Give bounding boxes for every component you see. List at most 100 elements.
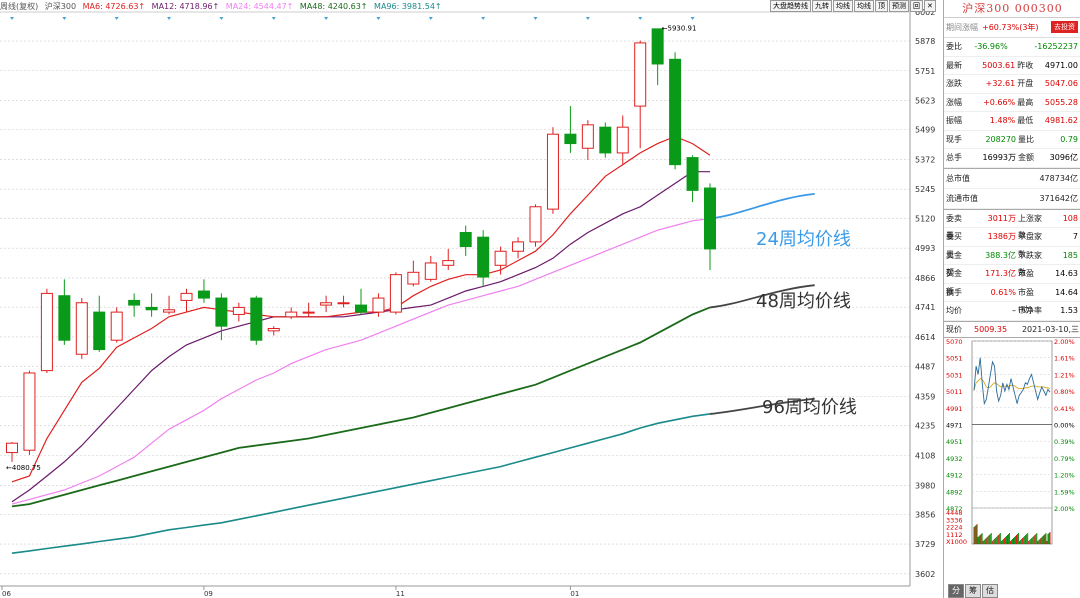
- low-annotation: ←4080.75: [6, 464, 41, 472]
- toolbar-button-jiuzhuan[interactable]: 九转: [812, 0, 832, 12]
- ma96-label: 96周均价线: [762, 397, 857, 418]
- intraday-pct-tick: 2.00%: [1054, 505, 1075, 513]
- market-cap-rows: 总市值 478734亿 流通市值 371642亿: [944, 169, 1080, 209]
- candle-up: [75, 302, 88, 355]
- x-tick-label: 06: [2, 590, 11, 598]
- breadth-row: 委卖量 3011万 上涨家数 108: [944, 210, 1080, 240]
- quote-row-v: 208270: [985, 134, 1016, 144]
- intraday-frame: [971, 340, 1053, 544]
- quote-row: 振幅 1.48% 最低 4981.62: [944, 112, 1080, 131]
- toolbar-button-ma[interactable]: 均线: [833, 0, 853, 12]
- tab-chips[interactable]: 筹: [965, 584, 981, 598]
- intraday-chart[interactable]: 5070 2.00% 5051 1.61% 5031 1.21% 5011 0.80% 4991…: [944, 338, 1080, 556]
- candle-up: [6, 442, 18, 454]
- toolbar-button-ma2[interactable]: 均线: [854, 0, 874, 12]
- candle-up: [581, 124, 594, 149]
- candle-down: [599, 126, 612, 154]
- market-cap-row: 总市值 478734亿: [944, 169, 1080, 189]
- ma96-line: [11, 413, 711, 554]
- y-tick-label: 5372: [915, 155, 935, 164]
- kline-chart[interactable]: 6002587857515623549953725245512049934866…: [0, 0, 943, 598]
- breadth-row-v2: 185: [1062, 250, 1078, 260]
- signal-marker: [481, 17, 486, 20]
- breadth-row-l2: 平盘家数: [1018, 232, 1042, 259]
- signal-marker: [585, 17, 590, 20]
- intraday-pct-tick: 1.59%: [1054, 488, 1075, 496]
- candle-up: [302, 311, 315, 314]
- toolbar-close-button[interactable]: ✕: [924, 0, 936, 12]
- candle-up: [512, 241, 525, 252]
- ma-legend: 周线(复权) 沪深300 MA6: 4726.63↑ MA12: 4718.96…: [0, 0, 446, 14]
- toolbar-button-forecast[interactable]: 预测: [889, 0, 909, 12]
- breadth-row-v: 171.3亿: [985, 269, 1016, 278]
- panel-tabs: 分 筹 估: [948, 584, 999, 598]
- signal-marker: [219, 17, 224, 20]
- candle-up: [337, 302, 350, 305]
- intraday-pct-tick: 0.39%: [1054, 438, 1075, 446]
- intraday-pct-tick: 1.21%: [1054, 371, 1075, 379]
- candle-up: [23, 372, 36, 451]
- quote-row-l2: [1010, 38, 1035, 56]
- breadth-row-v: 0.61%: [990, 287, 1016, 297]
- legend-prefix: 周线(复权): [0, 2, 39, 11]
- candle-down: [686, 157, 699, 191]
- quote-rows: 委比 -36.96% -16252237 最新 5003.61 昨收 4971.00 涨跌 +3…: [944, 38, 1080, 168]
- quote-row-v: 5003.61: [982, 60, 1016, 70]
- candle-up: [407, 271, 420, 285]
- candle-down: [58, 295, 71, 341]
- quote-row-v: 16993万: [982, 153, 1016, 162]
- legend-ma12: MA12: 4718.96↑: [151, 2, 220, 11]
- intraday-price-label: 现价: [946, 324, 962, 334]
- y-tick-label: 4235: [915, 422, 935, 431]
- quote-row-l: 涨跌: [946, 79, 962, 88]
- x-tick-label: 11: [396, 590, 405, 598]
- breadth-row-v: 3011万: [987, 213, 1016, 223]
- quote-row: 委比 -36.96% -16252237: [944, 38, 1080, 57]
- candle-up: [232, 306, 245, 315]
- y-tick-label: 4993: [915, 244, 935, 253]
- quote-row-l2: 最低: [1017, 116, 1034, 125]
- breadth-row-l2: 市盈(动): [1018, 287, 1034, 315]
- candle-down: [250, 297, 263, 341]
- signal-marker: [62, 17, 67, 20]
- high-annotation: ←5930.91: [662, 25, 697, 33]
- legend-index-name: 沪深300: [44, 2, 77, 11]
- tab-minute[interactable]: 分: [948, 584, 964, 598]
- intraday-pct-tick: 0.80%: [1054, 388, 1075, 396]
- candle-up: [163, 309, 176, 313]
- quote-row-l2: 量比: [1018, 134, 1034, 144]
- invest-button[interactable]: 去投资: [1051, 21, 1078, 33]
- quote-row-v2: 4981.62: [1044, 116, 1078, 125]
- intraday-pct-tick: 2.00%: [1054, 338, 1075, 346]
- y-tick-label: 5120: [915, 214, 935, 223]
- quote-row-l: 最新: [946, 60, 962, 70]
- intraday-pct-tick: 1.61%: [1054, 354, 1075, 362]
- market-cap-value: 478734亿: [1039, 173, 1078, 183]
- y-tick-label: 4866: [915, 274, 935, 283]
- y-tick-label: 5499: [915, 126, 935, 135]
- x-tick-label: 01: [570, 590, 579, 598]
- intraday-header: 现价 5009.35 2021-03-10,三: [944, 320, 1080, 338]
- tab-valuation[interactable]: 估: [982, 584, 998, 598]
- candle-down: [669, 58, 682, 166]
- kline-chart-area[interactable]: 6002 5878 5751 5623 5499 5372 5245 5120 4993 4866…: [0, 0, 943, 598]
- intraday-date: 2021-03-10,三: [1021, 324, 1079, 334]
- toolbar-button-back[interactable]: 回: [910, 0, 923, 12]
- signal-marker: [690, 17, 695, 20]
- y-tick-label: 5623: [915, 97, 935, 106]
- y-tick-label: 4487: [915, 363, 935, 372]
- intraday-price-value: 5009.35: [974, 324, 1008, 334]
- breadth-row-v: –: [1012, 306, 1016, 315]
- quote-row-v: -36.96%: [974, 42, 1008, 51]
- toolbar-button-trend[interactable]: 大盘趋势线: [770, 0, 811, 12]
- quote-row-l: 总手: [946, 153, 962, 162]
- toolbar-button-top[interactable]: 顶: [875, 0, 888, 12]
- signal-marker: [428, 17, 433, 20]
- candle-up: [372, 297, 385, 313]
- market-cap-label: 总市值: [946, 173, 970, 183]
- breadth-row-l2: 市盈: [1018, 269, 1034, 278]
- quote-row-v2: 5047.06: [1044, 79, 1078, 88]
- intraday-pct-tick: 1.20%: [1054, 471, 1075, 479]
- intraday-price-tick: 4892: [946, 488, 963, 496]
- signal-marker: [114, 17, 119, 20]
